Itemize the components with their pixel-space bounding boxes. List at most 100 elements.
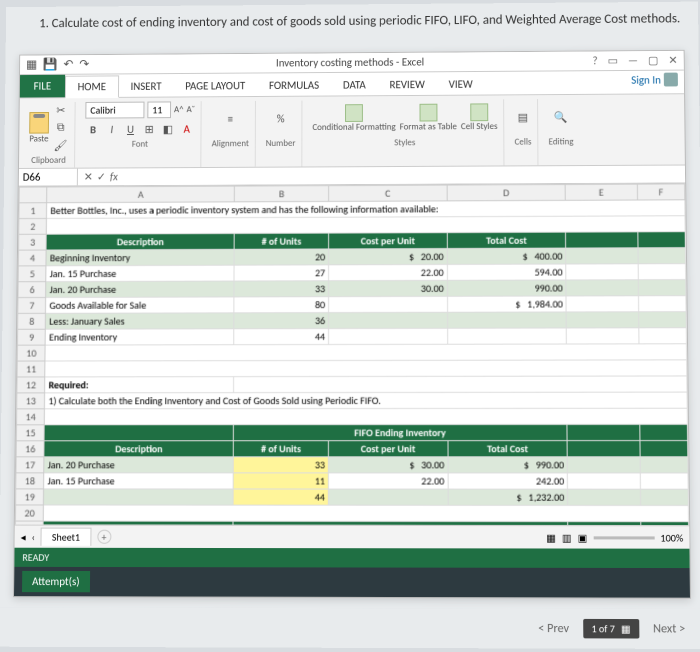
tab-page-layout[interactable]: PAGE LAYOUT	[173, 75, 257, 96]
close-icon[interactable]: ✕	[668, 54, 677, 67]
fx-icon[interactable]: fx	[110, 170, 118, 183]
maximize-icon[interactable]: ▢	[648, 54, 659, 67]
minimize-icon[interactable]: —	[628, 54, 638, 67]
cut-icon[interactable]: ✂	[53, 102, 69, 118]
h2-units[interactable]: # of Units	[234, 441, 329, 457]
cell-cpu[interactable]: 22.00	[329, 473, 448, 489]
cell-cpu[interactable]	[329, 489, 448, 505]
cell-units[interactable]: 44	[233, 489, 328, 505]
sheet-tab-1[interactable]: Sheet1	[41, 528, 91, 546]
cell-cpu[interactable]	[329, 328, 448, 344]
copy-icon[interactable]: ⧉	[53, 120, 69, 136]
paste-button[interactable]: Paste	[29, 112, 49, 144]
cell-total[interactable]: $ 400.00	[447, 248, 566, 264]
redo-icon[interactable]: ↷	[79, 57, 89, 72]
cell-cpu[interactable]: 22.00	[329, 264, 448, 280]
fifo-end-hdr[interactable]: FIFO Ending Inventory	[234, 424, 568, 440]
fill-color-icon[interactable]: ◧	[160, 121, 176, 137]
cell-total[interactable]: 242.00	[448, 473, 568, 489]
cell-total[interactable]: $ 990.00	[448, 457, 568, 473]
tab-nav-first[interactable]: ◂	[21, 530, 26, 543]
tab-insert[interactable]: INSERT	[119, 76, 174, 97]
border-icon[interactable]: ⊞	[141, 121, 157, 137]
col-F[interactable]: F	[637, 184, 685, 200]
cell-styles-button[interactable]: Cell Styles	[461, 103, 498, 132]
tab-file[interactable]: FILE	[20, 75, 65, 98]
cell-units[interactable]: 80	[234, 297, 329, 313]
zoom-level[interactable]: 100%	[660, 531, 683, 544]
save-icon[interactable]: 💾	[43, 57, 58, 72]
tab-review[interactable]: REVIEW	[378, 74, 437, 95]
cell-desc[interactable]: Beginning Inventory	[46, 249, 234, 266]
prev-button[interactable]: < Prev	[538, 621, 569, 635]
col-A[interactable]: A	[47, 186, 235, 203]
tab-home[interactable]: HOME	[65, 75, 119, 98]
next-button[interactable]: Next >	[653, 622, 685, 636]
tab-data[interactable]: DATA	[331, 75, 378, 96]
enter-formula-icon[interactable]: ✓	[97, 170, 106, 183]
h2-total[interactable]: Total Cost	[448, 441, 568, 457]
font-size-select[interactable]: 11	[147, 101, 171, 118]
cell-cpu[interactable]	[329, 296, 448, 312]
cell-desc[interactable]: Less: January Sales	[46, 313, 234, 329]
font-color-icon[interactable]: A	[179, 121, 195, 137]
cell-total[interactable]: 990.00	[447, 280, 566, 296]
col-B[interactable]: B	[235, 186, 329, 202]
cell-desc[interactable]	[44, 489, 234, 505]
cell-cpu[interactable]: $ 20.00	[329, 249, 447, 265]
cell-total[interactable]: $ 1,984.00	[447, 296, 566, 312]
cell-total[interactable]	[447, 312, 566, 328]
required-1[interactable]: 1) Calculate both the Ending Inventory a…	[45, 392, 687, 409]
hdr-desc[interactable]: Description	[47, 233, 235, 250]
cell-desc[interactable]: Jan. 20 Purchase	[44, 457, 233, 473]
hdr-cpu[interactable]: Cost per Unit	[329, 233, 447, 249]
cell-desc[interactable]: Jan. 20 Purchase	[46, 281, 234, 297]
cell-desc[interactable]: Goods Available for Sale	[46, 297, 234, 313]
formula-input[interactable]	[124, 166, 685, 185]
undo-icon[interactable]: ↶	[63, 57, 73, 72]
cell-total[interactable]: 594.00	[447, 264, 566, 280]
cell-cpu[interactable]: $ 30.00	[329, 457, 448, 473]
percent-icon[interactable]: %	[273, 111, 289, 127]
cell-desc[interactable]: Jan. 15 Purchase	[46, 265, 234, 281]
cell-units[interactable]: 20	[234, 249, 328, 265]
cell-total[interactable]: $ 1,232.00	[448, 489, 568, 505]
col-C[interactable]: C	[329, 185, 447, 201]
col-D[interactable]: D	[447, 184, 566, 200]
cell-units[interactable]: 33	[234, 281, 329, 297]
spreadsheet-grid[interactable]: ABCDEF 1Better Bottles, Inc., uses a per…	[15, 183, 689, 525]
ribbon-options-icon[interactable]: ▭	[608, 54, 619, 67]
help-icon[interactable]: ?	[592, 54, 597, 67]
cancel-formula-icon[interactable]: ✕	[84, 171, 93, 184]
col-E[interactable]: E	[565, 184, 637, 200]
sign-in-link[interactable]: Sign In	[631, 73, 678, 87]
cell-cpu[interactable]: 30.00	[329, 280, 448, 296]
insert-cells-icon[interactable]: ▤	[515, 109, 531, 125]
zoom-slider[interactable]	[593, 536, 654, 539]
bold-button[interactable]: B	[85, 121, 101, 137]
cell-units[interactable]: 36	[234, 313, 329, 329]
cell-units[interactable]: 44	[234, 329, 329, 345]
quick-access-toolbar[interactable]: ▦ 💾 ↶ ↷	[26, 57, 89, 72]
align-icon[interactable]: ≡	[222, 111, 238, 127]
cell-total[interactable]	[447, 328, 566, 344]
decrease-font-icon[interactable]: A˘	[186, 104, 195, 115]
new-sheet-button[interactable]: +	[97, 530, 111, 544]
tab-formulas[interactable]: FORMULAS	[257, 75, 331, 96]
h2-desc[interactable]: Description	[44, 441, 233, 457]
cell-units[interactable]: 27	[234, 265, 328, 281]
italic-button[interactable]: I	[104, 121, 120, 137]
cell-desc[interactable]: Ending Inventory	[46, 329, 234, 345]
format-painter-icon[interactable]: 🖌	[53, 137, 69, 153]
increase-font-icon[interactable]: A^	[174, 104, 184, 115]
font-name-select[interactable]: Calibri	[85, 102, 144, 119]
view-normal-icon[interactable]: ▦	[546, 531, 556, 544]
cell-cpu[interactable]	[329, 312, 448, 328]
find-icon[interactable]: 🔍	[553, 109, 569, 125]
conditional-formatting-button[interactable]: Conditional Formatting	[312, 104, 395, 133]
name-box[interactable]: D66	[19, 169, 78, 186]
cell-desc[interactable]: Jan. 15 Purchase	[44, 473, 233, 489]
cell-units[interactable]: 11	[233, 473, 328, 489]
hdr-units[interactable]: # of Units	[234, 233, 328, 249]
format-as-table-button[interactable]: Format as Table	[400, 103, 457, 132]
